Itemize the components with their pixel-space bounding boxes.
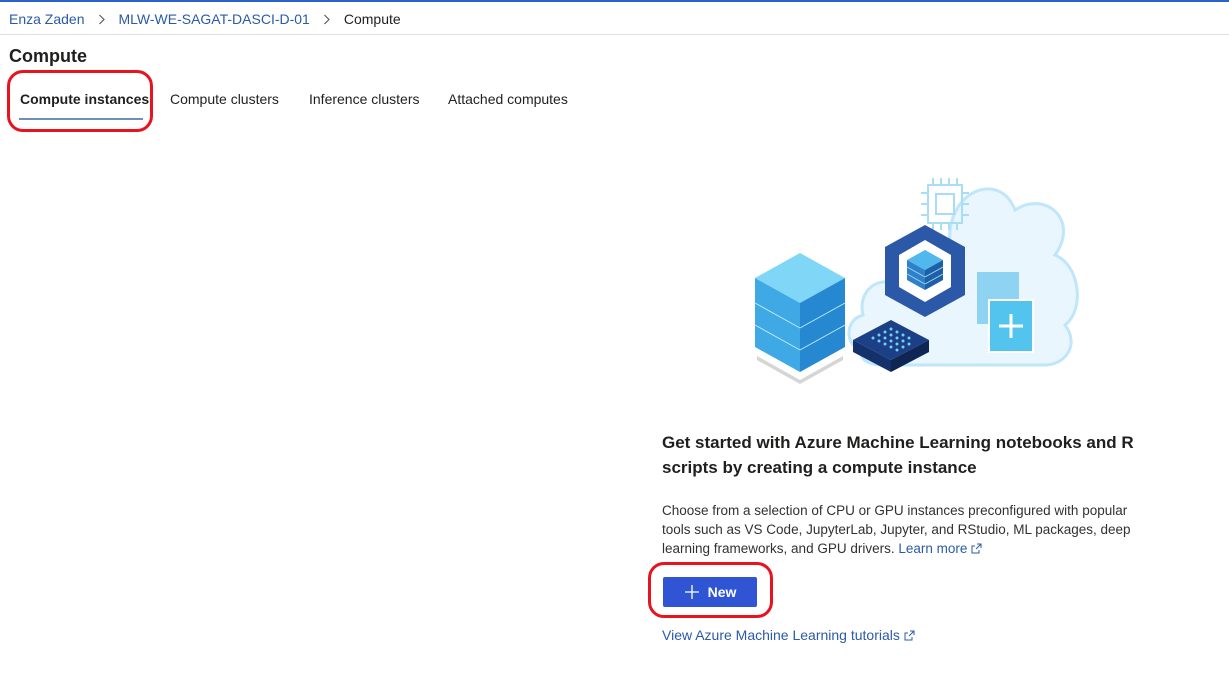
empty-state-description: Choose from a selection of CPU or GPU in… [662, 501, 1152, 558]
chevron-right-icon [85, 9, 119, 29]
learn-more-link[interactable]: Learn more [898, 541, 982, 556]
new-button-label: New [707, 584, 737, 600]
header-divider [0, 34, 1229, 35]
tab-inference-clusters[interactable]: Inference clusters [309, 86, 420, 116]
learn-more-label: Learn more [898, 541, 968, 556]
breadcrumb: Enza Zaden MLW-WE-SAGAT-DASCI-D-01 Compu… [9, 9, 401, 29]
page-title: Compute [9, 46, 87, 66]
breadcrumb-current: Compute [343, 11, 401, 27]
empty-state-description-text: Choose from a selection of CPU or GPU in… [662, 503, 1131, 556]
tab-attached-computes[interactable]: Attached computes [448, 86, 568, 116]
empty-state-heading: Get started with Azure Machine Learning … [662, 433, 1134, 477]
tutorials-link[interactable]: View Azure Machine Learning tutorials [662, 627, 915, 643]
breadcrumb-workspace-group[interactable]: Enza Zaden [9, 11, 85, 27]
active-tab-indicator [19, 118, 143, 120]
tab-compute-instances[interactable]: Compute instances [20, 86, 149, 116]
chevron-right-icon [310, 9, 344, 29]
new-compute-instance-button[interactable]: New [663, 577, 757, 607]
external-link-icon [904, 630, 915, 641]
plus-icon [684, 585, 699, 599]
compute-cloud-illustration [745, 150, 1090, 385]
top-accent-bar [0, 0, 1229, 2]
tab-compute-clusters[interactable]: Compute clusters [170, 86, 279, 116]
external-link-icon [971, 543, 982, 554]
tutorials-link-label: View Azure Machine Learning tutorials [662, 627, 900, 643]
breadcrumb-workspace[interactable]: MLW-WE-SAGAT-DASCI-D-01 [119, 11, 310, 27]
